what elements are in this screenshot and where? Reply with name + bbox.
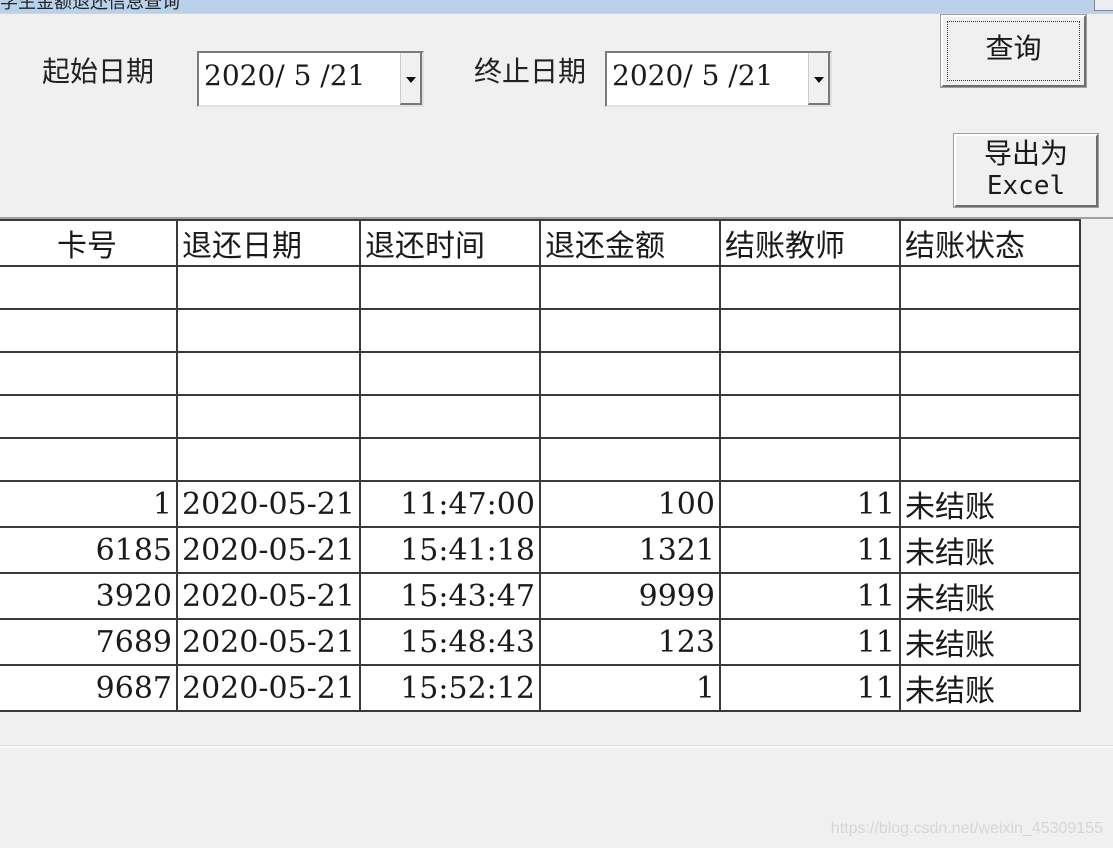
cell[interactable] (358, 265, 541, 310)
cell-amount[interactable]: 100 (538, 480, 721, 528)
cell-teacher[interactable]: 11 (718, 480, 901, 528)
focus-rect (947, 21, 1080, 81)
cell-teacher[interactable]: 11 (718, 572, 901, 620)
empty-row[interactable] (0, 351, 1081, 396)
start-date-dropdown-button[interactable] (400, 53, 422, 105)
cell[interactable] (358, 351, 541, 396)
cell[interactable] (718, 308, 901, 353)
empty-row[interactable] (0, 437, 1081, 482)
status-divider (0, 745, 1113, 748)
cell-date[interactable]: 2020-05-21 (176, 572, 361, 620)
cell-status[interactable]: 未结账 (898, 618, 1081, 666)
cell[interactable] (0, 265, 178, 310)
col-header-teacher[interactable]: 结账教师 (718, 219, 901, 267)
cell[interactable] (898, 351, 1081, 396)
start-date-picker[interactable]: 2020/ 5 /21 (197, 51, 424, 107)
cell[interactable] (718, 351, 901, 396)
cell[interactable] (898, 437, 1081, 482)
cell-date[interactable]: 2020-05-21 (176, 480, 361, 528)
cell[interactable] (898, 265, 1081, 310)
refund-grid[interactable]: 卡号 退还日期 退还时间 退还金额 结账教师 结账状态 1 2020-05-21… (0, 219, 1081, 712)
cell[interactable] (176, 308, 361, 353)
table-row[interactable]: 9687 2020-05-21 15:52:12 1 11 未结账 (0, 664, 1081, 712)
end-date-picker[interactable]: 2020/ 5 /21 (605, 51, 832, 107)
cell[interactable] (538, 308, 721, 353)
empty-row[interactable] (0, 394, 1081, 439)
cell-card[interactable]: 1 (0, 480, 178, 528)
cell-card[interactable]: 7689 (0, 618, 178, 666)
cell-card[interactable]: 6185 (0, 526, 178, 574)
col-header-time[interactable]: 退还时间 (358, 219, 541, 267)
end-date-dropdown-button[interactable] (808, 53, 830, 105)
close-button[interactable] (1094, 0, 1113, 11)
export-label-line1: 导出为 (983, 137, 1068, 170)
cell-time[interactable]: 11:47:00 (358, 480, 541, 528)
export-label-line2: Excel (986, 171, 1066, 201)
cell-status[interactable]: 未结账 (898, 526, 1081, 574)
end-date-value[interactable]: 2020/ 5 /21 (612, 59, 773, 92)
cell[interactable] (358, 394, 541, 439)
cell-status[interactable]: 未结账 (898, 664, 1081, 712)
cell-amount[interactable]: 123 (538, 618, 721, 666)
cell-status[interactable]: 未结账 (898, 572, 1081, 620)
cell[interactable] (538, 265, 721, 310)
cell[interactable] (0, 308, 178, 353)
table-row[interactable]: 1 2020-05-21 11:47:00 100 11 未结账 (0, 480, 1081, 528)
cell-card[interactable]: 3920 (0, 572, 178, 620)
cell-card[interactable]: 9687 (0, 664, 178, 712)
cell[interactable] (176, 394, 361, 439)
col-header-amount[interactable]: 退还金额 (538, 219, 721, 267)
cell-teacher[interactable]: 11 (718, 664, 901, 712)
chevron-down-icon (406, 77, 416, 83)
table-row[interactable]: 6185 2020-05-21 15:41:18 1321 11 未结账 (0, 526, 1081, 574)
table-row[interactable]: 7689 2020-05-21 15:48:43 123 11 未结账 (0, 618, 1081, 666)
table-row[interactable]: 3920 2020-05-21 15:43:47 9999 11 未结账 (0, 572, 1081, 620)
start-date-label: 起始日期 (42, 55, 155, 88)
cell-amount[interactable]: 9999 (538, 572, 721, 620)
cell[interactable] (718, 265, 901, 310)
cell-date[interactable]: 2020-05-21 (176, 526, 361, 574)
cell-teacher[interactable]: 11 (718, 526, 901, 574)
cell[interactable] (718, 394, 901, 439)
col-header-date[interactable]: 退还日期 (176, 219, 361, 267)
cell-time[interactable]: 15:41:18 (358, 526, 541, 574)
cell[interactable] (176, 351, 361, 396)
cell[interactable] (176, 437, 361, 482)
cell[interactable] (0, 394, 178, 439)
watermark: https://blog.csdn.net/weixin_45309155 (830, 820, 1103, 837)
cell-status[interactable]: 未结账 (898, 480, 1081, 528)
cell-amount[interactable]: 1 (538, 664, 721, 712)
window-title: 学生金额退还信息查询 (0, 0, 180, 13)
cell[interactable] (898, 394, 1081, 439)
cell[interactable] (898, 308, 1081, 353)
export-excel-button[interactable]: 导出为 Excel (953, 133, 1099, 208)
query-button[interactable]: 查询 (940, 14, 1087, 88)
cell[interactable] (0, 437, 178, 482)
cell-time[interactable]: 15:43:47 (358, 572, 541, 620)
empty-row[interactable] (0, 308, 1081, 353)
cell[interactable] (358, 437, 541, 482)
col-header-card[interactable]: 卡号 (0, 219, 178, 267)
cell[interactable] (538, 437, 721, 482)
cell-teacher[interactable]: 11 (718, 618, 901, 666)
cell[interactable] (538, 351, 721, 396)
cell-time[interactable]: 15:48:43 (358, 618, 541, 666)
cell[interactable] (176, 265, 361, 310)
end-date-label: 终止日期 (474, 55, 587, 88)
empty-row[interactable] (0, 265, 1081, 310)
cell[interactable] (718, 437, 901, 482)
cell-time[interactable]: 15:52:12 (358, 664, 541, 712)
chevron-down-icon (814, 77, 824, 83)
cell[interactable] (358, 308, 541, 353)
start-date-value[interactable]: 2020/ 5 /21 (204, 59, 365, 92)
cell[interactable] (538, 394, 721, 439)
cell-amount[interactable]: 1321 (538, 526, 721, 574)
col-header-status[interactable]: 结账状态 (898, 219, 1081, 267)
cell-date[interactable]: 2020-05-21 (176, 618, 361, 666)
cell[interactable] (0, 351, 178, 396)
cell-date[interactable]: 2020-05-21 (176, 664, 361, 712)
title-bar: 学生金额退还信息查询 (0, 0, 1113, 14)
header-row: 卡号 退还日期 退还时间 退还金额 结账教师 结账状态 (0, 219, 1081, 267)
